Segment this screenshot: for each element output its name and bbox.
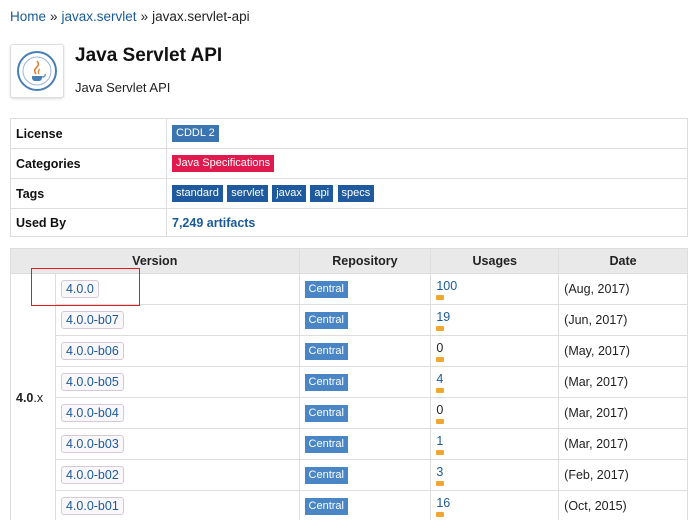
version-link[interactable]: 4.0.0-b05: [60, 373, 124, 391]
categories-row: Categories Java Specifications: [10, 148, 688, 179]
usedby-link[interactable]: 7,249 artifacts: [172, 216, 255, 230]
tag-api[interactable]: api: [310, 185, 334, 202]
release-date: (Feb, 2017): [558, 459, 688, 491]
versions-header-row: Version Repository Usages Date: [10, 248, 688, 274]
repository-badge[interactable]: Central: [304, 435, 348, 453]
tags-label: Tags: [10, 178, 167, 209]
repository-badge[interactable]: Central: [304, 342, 348, 360]
tag-standard[interactable]: standard: [172, 185, 223, 202]
version-link[interactable]: 4.0.0-b04: [60, 404, 124, 422]
repository-badge[interactable]: Central: [304, 373, 348, 391]
categories-label: Categories: [10, 148, 167, 179]
usage-count: 0: [436, 341, 445, 362]
usage-bar: [436, 449, 445, 455]
usage-count[interactable]: 1: [436, 434, 445, 455]
usage-bar: [436, 511, 445, 517]
usage-count[interactable]: 4: [436, 372, 445, 393]
usage-bar: [436, 418, 445, 424]
release-date: (Aug, 2017): [558, 273, 688, 305]
usage-bar: [436, 325, 445, 331]
breadcrumb-separator: »: [50, 9, 58, 24]
table-row: 4.0.0-b06 Central 0 (May, 2017): [11, 335, 688, 367]
tag-specs[interactable]: specs: [337, 185, 375, 202]
breadcrumb-group-link[interactable]: javax.servlet: [62, 9, 137, 24]
release-date: (Jun, 2017): [558, 304, 688, 336]
license-label: License: [10, 118, 167, 149]
usage-count[interactable]: 3: [436, 465, 445, 486]
usage-bar: [436, 387, 445, 393]
artifact-info-table: License CDDL 2 Categories Java Specifica…: [10, 118, 688, 237]
tags-value: standard servlet javax api specs: [166, 178, 688, 209]
table-row: 4.0.0-b05 Central 4 (Mar, 2017): [11, 366, 688, 398]
version-group-label: 4.0.x: [10, 273, 56, 520]
page-subtitle: Java Servlet API: [75, 80, 171, 95]
usage-bar: [436, 356, 445, 362]
repository-badge[interactable]: Central: [304, 404, 348, 422]
version-link[interactable]: 4.0.0-b06: [60, 342, 124, 360]
license-row: License CDDL 2: [10, 118, 688, 149]
usage-count[interactable]: 19: [436, 310, 450, 331]
usedby-label: Used By: [10, 208, 167, 237]
license-value: CDDL 2: [166, 118, 688, 149]
version-link[interactable]: 4.0.0-b03: [60, 435, 124, 453]
repository-column-header: Repository: [298, 248, 432, 274]
table-row: 4.0.0-b03 Central 1 (Mar, 2017): [11, 428, 688, 460]
categories-value: Java Specifications: [166, 148, 688, 179]
tag-javax[interactable]: javax: [272, 185, 306, 202]
usages-column-header: Usages: [430, 248, 560, 274]
usage-count: 0: [436, 403, 445, 424]
usedby-row: Used By 7,249 artifacts: [10, 208, 688, 237]
version-link[interactable]: 4.0.0-b01: [60, 497, 124, 515]
version-column-header: Version: [10, 248, 300, 274]
breadcrumb-home-link[interactable]: Home: [10, 9, 46, 24]
category-tag[interactable]: Java Specifications: [172, 155, 275, 172]
version-link[interactable]: 4.0.0-b07: [60, 311, 124, 329]
date-column-header: Date: [558, 248, 688, 274]
table-row: 4.0.0-b07 Central 19 (Jun, 2017): [11, 304, 688, 336]
breadcrumb-current: javax.servlet-api: [152, 9, 250, 24]
repository-badge[interactable]: Central: [304, 497, 348, 515]
artifact-header: Java Servlet API Java Servlet API: [10, 44, 680, 100]
version-link[interactable]: 4.0.0: [60, 280, 99, 298]
license-tag[interactable]: CDDL 2: [172, 125, 219, 142]
release-date: (Oct, 2015): [558, 490, 688, 520]
version-link[interactable]: 4.0.0-b02: [60, 466, 124, 484]
repository-badge[interactable]: Central: [304, 466, 348, 484]
breadcrumb: Home» javax.servlet» javax.servlet-api: [10, 9, 250, 24]
usage-bar: [436, 294, 445, 300]
versions-table: Version Repository Usages Date 4.0.x 4.0…: [10, 248, 688, 520]
release-date: (Mar, 2017): [558, 397, 688, 429]
tag-servlet[interactable]: servlet: [227, 185, 268, 202]
release-date: (May, 2017): [558, 335, 688, 367]
usage-bar: [436, 480, 445, 486]
table-row: 4.0.0-b01 Central 16 (Oct, 2015): [11, 490, 688, 520]
repository-badge[interactable]: Central: [304, 280, 348, 298]
release-date: (Mar, 2017): [558, 366, 688, 398]
page-title: Java Servlet API: [75, 45, 223, 66]
table-row: 4.0.0-b04 Central 0 (Mar, 2017): [11, 397, 688, 429]
usedby-value: 7,249 artifacts: [166, 208, 688, 237]
breadcrumb-separator: »: [140, 9, 149, 24]
usage-count[interactable]: 16: [436, 496, 450, 517]
table-row: 4.0.x 4.0.0 Central 100 (Aug, 2017): [10, 273, 688, 520]
table-row: 4.0.0-b02 Central 3 (Feb, 2017): [11, 459, 688, 491]
repository-badge[interactable]: Central: [304, 311, 348, 329]
usage-count[interactable]: 100: [436, 279, 457, 300]
release-date: (Mar, 2017): [558, 428, 688, 460]
java-community-process-logo-icon: [10, 44, 64, 98]
tags-row: Tags standard servlet javax api specs: [10, 178, 688, 209]
